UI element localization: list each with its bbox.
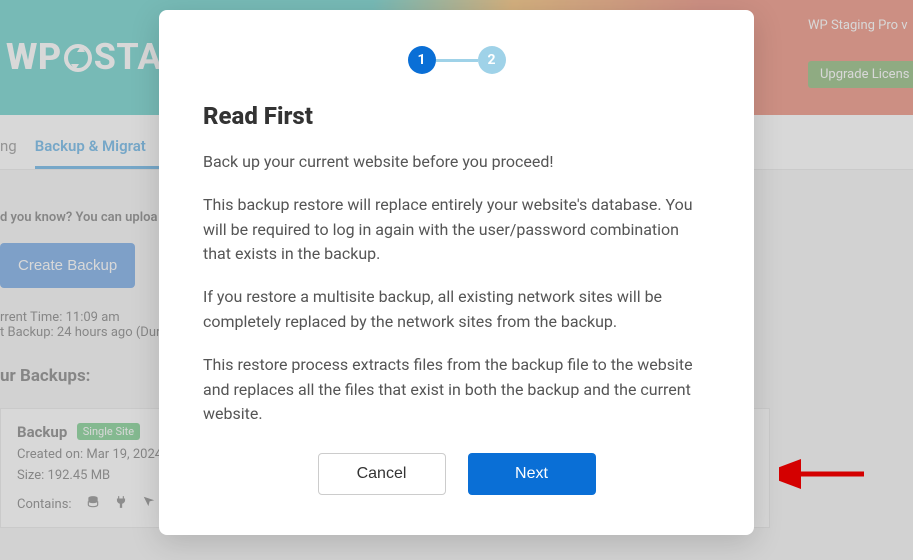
modal-paragraph-2: This backup restore will replace entirel… [203,193,710,267]
modal-overlay: 1 2 Read First Back up your current webs… [0,0,913,560]
modal-title: Read First [203,102,710,130]
modal-buttons: Cancel Next [203,453,710,495]
step-connector [436,59,478,62]
cancel-button[interactable]: Cancel [318,453,446,495]
modal-paragraph-1: Back up your current website before you … [203,150,710,175]
next-button[interactable]: Next [468,453,596,495]
stepper: 1 2 [203,46,710,74]
modal-paragraph-4: This restore process extracts files from… [203,353,710,427]
arrow-icon [779,459,869,489]
step-2: 2 [478,46,506,74]
modal-paragraph-3: If you restore a multisite backup, all e… [203,285,710,335]
read-first-modal: 1 2 Read First Back up your current webs… [159,10,754,535]
step-1: 1 [408,46,436,74]
